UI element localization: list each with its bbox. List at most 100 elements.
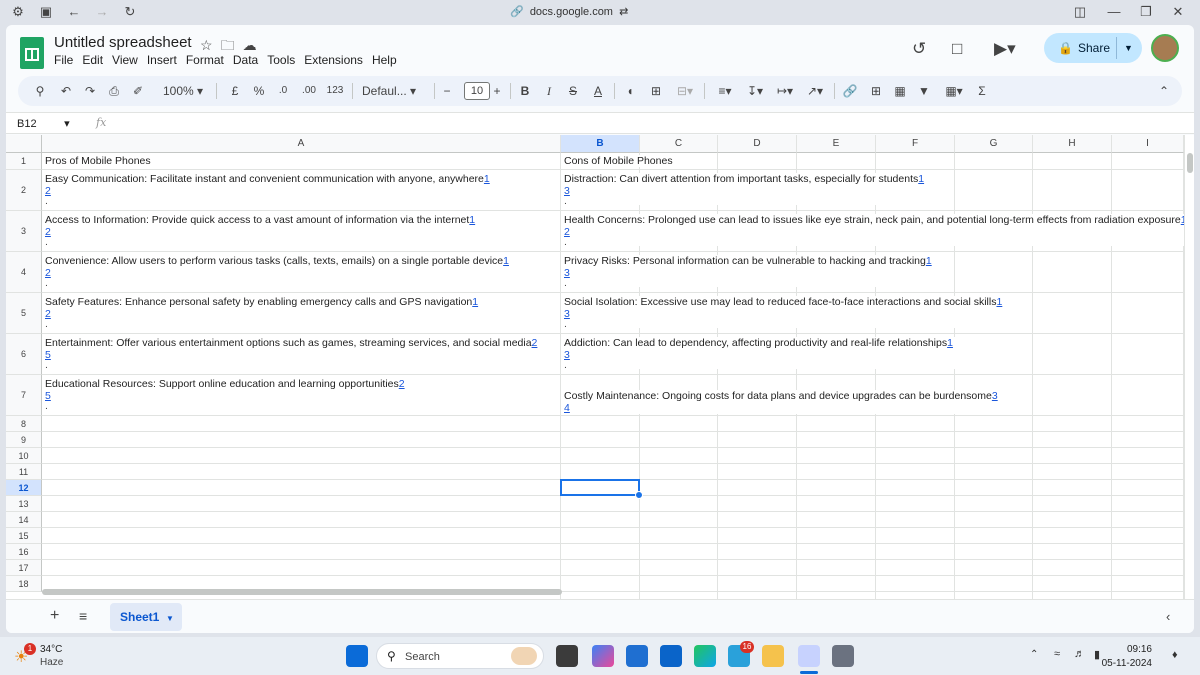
edge-icon[interactable] — [694, 645, 716, 667]
move-folder-icon[interactable]: 🗀 — [221, 37, 243, 53]
vertical-scrollbar[interactable] — [1184, 135, 1194, 599]
spreadsheet-grid[interactable]: A B C D E F G H I 1 2 3 4 5 6 7 8 9 10 11 12 13 14 15 16 17 18 Pros… — [6, 135, 1184, 599]
row-header[interactable]: 1 — [6, 153, 42, 170]
sheet-tab-dropdown-icon[interactable]: ▼ — [166, 614, 174, 623]
font-size-input[interactable]: 10 — [464, 82, 490, 100]
name-box[interactable]: B12 ▾ — [17, 117, 70, 130]
row-header[interactable]: 18 — [6, 576, 42, 592]
restore-icon[interactable]: ❐ — [1138, 4, 1154, 20]
citation-link[interactable]: 1 — [469, 214, 475, 226]
citation-link[interactable]: 1 — [484, 173, 490, 185]
close-icon[interactable]: ✕ — [1170, 4, 1186, 20]
cell-a1[interactable]: Pros of Mobile Phones — [42, 155, 153, 167]
redo-icon[interactable]: ↷ — [82, 76, 98, 106]
share-button[interactable]: 🔒 Share ▼ — [1044, 33, 1142, 63]
menu-extensions[interactable]: Extensions — [304, 53, 363, 67]
cell-b5[interactable]: Social Isolation: Excessive use may lead… — [561, 296, 1005, 329]
decrease-decimal-button[interactable]: .0 — [274, 76, 292, 106]
horizontal-align-icon[interactable]: ≡▾ — [712, 76, 738, 106]
citation-link[interactable]: 3 — [992, 390, 998, 402]
select-all-corner[interactable] — [6, 135, 42, 153]
comments-icon[interactable]: □ — [952, 39, 962, 59]
cell-b4[interactable]: Privacy Risks: Personal information can … — [561, 255, 934, 288]
paint-format-icon[interactable]: ✐ — [130, 76, 146, 106]
citation-link[interactable]: 3 — [564, 185, 924, 197]
column-header[interactable]: B — [561, 135, 640, 153]
citation-link[interactable]: 2 — [45, 308, 478, 320]
wifi-icon[interactable]: ≈ — [1054, 648, 1060, 660]
number-format-button[interactable]: 123 — [324, 76, 346, 106]
citation-link[interactable]: 1 — [947, 337, 953, 349]
filter-icon[interactable]: ▼ — [916, 76, 932, 106]
vertical-align-icon[interactable]: ↧▾ — [742, 76, 768, 106]
back-icon[interactable]: ← — [66, 4, 82, 20]
fill-color-icon[interactable]: ◖ — [622, 76, 638, 106]
notifications-icon[interactable]: ♦ — [1172, 649, 1178, 661]
row-header[interactable]: 15 — [6, 528, 42, 544]
citation-link[interactable]: 2 — [564, 226, 1184, 238]
menu-insert[interactable]: Insert — [147, 53, 177, 67]
citation-link[interactable]: 1 — [926, 255, 932, 267]
bold-button[interactable]: B — [518, 76, 532, 106]
selected-cell[interactable] — [560, 479, 643, 499]
citation-link[interactable]: 2 — [45, 185, 490, 197]
cell-b3[interactable]: Health Concerns: Prolonged use can lead … — [561, 214, 1184, 247]
row-header[interactable]: 16 — [6, 544, 42, 560]
sheet-tab[interactable]: Sheet1 ▼ — [110, 603, 182, 631]
citation-link[interactable]: 5 — [45, 349, 537, 361]
cell-b1[interactable]: Cons of Mobile Phones — [561, 155, 675, 167]
citation-link[interactable]: 3 — [564, 267, 932, 279]
reload-icon[interactable]: ↻ — [122, 4, 138, 20]
cell-a4[interactable]: Convenience: Allow users to perform vari… — [42, 255, 511, 288]
text-rotation-icon[interactable]: ↗▾ — [802, 76, 828, 106]
row-header[interactable]: 8 — [6, 416, 42, 432]
menu-view[interactable]: View — [112, 53, 138, 67]
citation-link[interactable]: 2 — [532, 337, 538, 349]
vertical-scroll-thumb[interactable] — [1187, 153, 1193, 173]
citation-link[interactable]: 5 — [45, 390, 405, 402]
cell-a7[interactable]: Educational Resources: Support online ed… — [42, 378, 407, 411]
cloud-status-icon[interactable]: ☁ — [243, 37, 265, 53]
row-header[interactable]: 2 — [6, 170, 42, 211]
functions-icon[interactable]: Σ — [974, 76, 990, 106]
settings-icon[interactable] — [832, 645, 854, 667]
font-size-increase-button[interactable]: + — [490, 76, 504, 106]
font-size-decrease-button[interactable]: − — [440, 76, 454, 106]
active-app-icon[interactable] — [798, 645, 820, 667]
row-header[interactable]: 5 — [6, 293, 42, 334]
text-wrapping-icon[interactable]: ↦▾ — [772, 76, 798, 106]
share-dropdown-icon[interactable]: ▼ — [1124, 33, 1133, 63]
clock-time[interactable]: 09:16 — [1118, 644, 1152, 655]
sheets-logo-icon[interactable] — [20, 37, 44, 69]
file-explorer-icon[interactable] — [762, 645, 784, 667]
row-header[interactable]: 7 — [6, 375, 42, 416]
clock-date[interactable]: 05-11-2024 — [1100, 658, 1152, 669]
version-history-icon[interactable]: ↺ — [912, 39, 926, 59]
italic-button[interactable]: I — [542, 76, 556, 106]
increase-decimal-button[interactable]: .00 — [298, 76, 320, 106]
cell-a2[interactable]: Easy Communication: Facilitate instant a… — [42, 173, 492, 206]
add-sheet-icon[interactable]: + — [50, 607, 59, 625]
undo-icon[interactable]: ↶ — [58, 76, 74, 106]
row-header[interactable]: 12 — [6, 480, 42, 496]
all-sheets-icon[interactable]: ≡ — [79, 608, 87, 624]
forward-icon[interactable]: → — [94, 4, 110, 20]
column-header[interactable]: A — [42, 135, 561, 153]
citation-link[interactable]: 2 — [399, 378, 405, 390]
star-icon[interactable]: ☆ — [200, 37, 221, 53]
citation-link[interactable]: 2 — [45, 226, 475, 238]
row-header[interactable]: 11 — [6, 464, 42, 480]
explore-collapse-icon[interactable]: ‹ — [1166, 609, 1170, 624]
menu-help[interactable]: Help — [372, 53, 397, 67]
merge-cells-icon[interactable]: ⊟▾ — [672, 76, 698, 106]
copilot-icon[interactable] — [592, 645, 614, 667]
insert-link-icon[interactable]: 🔗 — [842, 76, 858, 106]
row-header[interactable]: 10 — [6, 448, 42, 464]
currency-button[interactable]: £ — [228, 76, 242, 106]
font-select[interactable]: Defaul... ▾ — [362, 76, 426, 106]
cell-a5[interactable]: Safety Features: Enhance personal safety… — [42, 296, 481, 329]
borders-icon[interactable]: ⊞ — [648, 76, 664, 106]
horizontal-scrollbar[interactable] — [42, 589, 562, 595]
column-header[interactable]: F — [876, 135, 955, 153]
task-view-icon[interactable] — [556, 645, 578, 667]
